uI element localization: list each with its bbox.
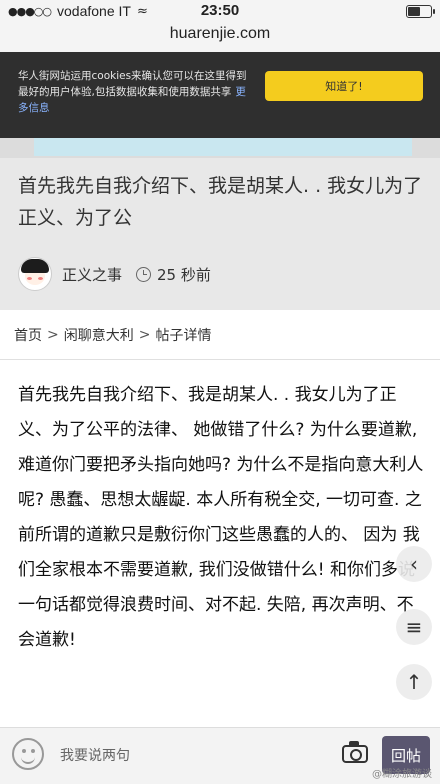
scroll-top-button[interactable]: ↑: [396, 664, 432, 700]
author-row: 正义之事 25 秒前: [18, 256, 211, 292]
post-time: 25 秒前: [157, 265, 211, 284]
back-button[interactable]: ‹: [396, 546, 432, 582]
breadcrumb-home[interactable]: 首页: [14, 325, 42, 345]
status-bar: ●●●○○ vodafone IT ≈ 23:50: [0, 0, 440, 22]
address-bar[interactable]: huarenjie.com: [0, 22, 440, 52]
reply-bar: 回帖 @糊涂旅游谈: [0, 727, 440, 784]
author-name[interactable]: 正义之事: [62, 264, 122, 285]
cookie-message: 华人街网站运用cookies来确认您可以在这里得到最好的用户体验,包括数据收集和…: [18, 68, 254, 116]
breadcrumb-forum[interactable]: 闲聊意大利: [64, 325, 134, 345]
post-content: 首先我先自我介绍下、我是胡某人. . 我女儿为了正义、为了公平的法律、 她做错了…: [18, 385, 424, 650]
clock-icon: [136, 266, 152, 282]
avatar[interactable]: [18, 257, 52, 291]
emoji-icon[interactable]: [12, 738, 44, 770]
camera-icon[interactable]: [342, 741, 368, 763]
watermark: @糊涂旅游谈: [372, 769, 432, 780]
breadcrumb-separator: >: [47, 326, 59, 343]
breadcrumb-current: 帖子详情: [155, 327, 212, 344]
reply-input[interactable]: [58, 740, 332, 772]
cookie-accept-button[interactable]: 知道了!: [265, 71, 423, 101]
status-time: 23:50: [200, 2, 240, 19]
cookie-text: 华人街网站运用cookies来确认您可以在这里得到最好的用户体验,包括数据收集和…: [18, 70, 247, 98]
breadcrumb-separator: >: [138, 326, 151, 343]
menu-button[interactable]: ≡: [396, 609, 432, 645]
post-title: 首先我先自我介绍下、我是胡某人. . 我女儿为了正义、为了公: [18, 175, 423, 229]
breadcrumb: 首页 > 闲聊意大利 > 帖子详情: [0, 310, 440, 360]
battery-icon: [406, 5, 435, 18]
cookie-banner: 华人街网站运用cookies来确认您可以在这里得到最好的用户体验,包括数据收集和…: [0, 52, 440, 138]
